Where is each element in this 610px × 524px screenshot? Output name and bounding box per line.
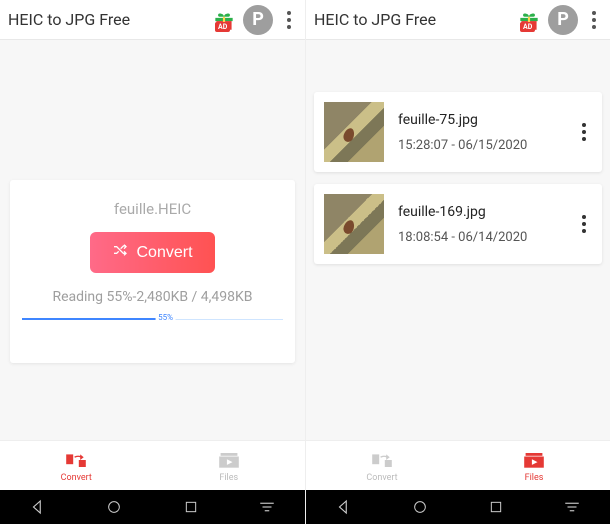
file-thumbnail — [324, 194, 384, 254]
convert-content: feuille.HEIC Convert Reading 55%-2,480KB… — [0, 40, 305, 440]
file-timestamp: 15:28:07 - 06/15/2020 — [398, 138, 562, 153]
app-title: HEIC to JPG Free — [314, 10, 516, 29]
file-row[interactable]: feuille-75.jpg 15:28:07 - 06/15/2020 — [314, 92, 602, 172]
bottom-tabs: Convert Files — [306, 440, 610, 490]
file-menu-icon[interactable] — [576, 123, 592, 141]
file-name: feuille-169.jpg — [398, 204, 562, 220]
bottom-tabs: Convert Files — [0, 440, 305, 490]
convert-card: feuille.HEIC Convert Reading 55%-2,480KB… — [10, 180, 295, 363]
tab-files[interactable]: Files — [153, 441, 306, 490]
app-title: HEIC to JPG Free — [8, 10, 211, 29]
gift-ad-icon[interactable]: AD — [516, 7, 542, 33]
shuffle-icon — [112, 242, 128, 263]
tab-convert[interactable]: Convert — [306, 441, 458, 490]
file-thumbnail — [324, 102, 384, 162]
nav-home-icon[interactable] — [400, 497, 440, 517]
progress-bar: 55% — [22, 315, 283, 325]
convert-button[interactable]: Convert — [90, 232, 214, 273]
tab-files[interactable]: Files — [458, 441, 610, 490]
progress-status: Reading 55%-2,480KB / 4,498KB — [22, 289, 283, 305]
app-header: HEIC to JPG Free AD P — [306, 0, 610, 40]
source-filename: feuille.HEIC — [22, 200, 283, 218]
overflow-menu-icon[interactable] — [279, 5, 299, 35]
nav-home-icon[interactable] — [94, 497, 134, 517]
android-nav — [306, 490, 610, 524]
nav-extra-icon[interactable] — [552, 497, 592, 517]
app-header: HEIC to JPG Free AD P — [0, 0, 305, 40]
nav-back-icon[interactable] — [18, 497, 58, 517]
nav-recent-icon[interactable] — [476, 497, 516, 517]
nav-recent-icon[interactable] — [171, 497, 211, 517]
file-row[interactable]: feuille-169.jpg 18:08:54 - 06/14/2020 — [314, 184, 602, 264]
convert-button-label: Convert — [136, 244, 192, 262]
files-content: feuille-75.jpg 15:28:07 - 06/15/2020 feu… — [306, 40, 610, 440]
right-pane: HEIC to JPG Free AD P feuille-75.jpg 15:… — [305, 0, 610, 524]
gift-ad-icon[interactable]: AD — [211, 7, 237, 33]
tab-convert[interactable]: Convert — [0, 441, 153, 490]
file-name: feuille-75.jpg — [398, 112, 562, 128]
file-timestamp: 18:08:54 - 06/14/2020 — [398, 230, 562, 245]
profile-badge[interactable]: P — [548, 5, 578, 35]
left-pane: HEIC to JPG Free AD P feuille.HEIC Conve… — [0, 0, 305, 524]
profile-badge[interactable]: P — [243, 5, 273, 35]
nav-extra-icon[interactable] — [247, 497, 287, 517]
nav-back-icon[interactable] — [324, 497, 364, 517]
overflow-menu-icon[interactable] — [584, 5, 604, 35]
progress-percent: 55% — [155, 313, 176, 322]
file-menu-icon[interactable] — [576, 215, 592, 233]
android-nav — [0, 490, 305, 524]
